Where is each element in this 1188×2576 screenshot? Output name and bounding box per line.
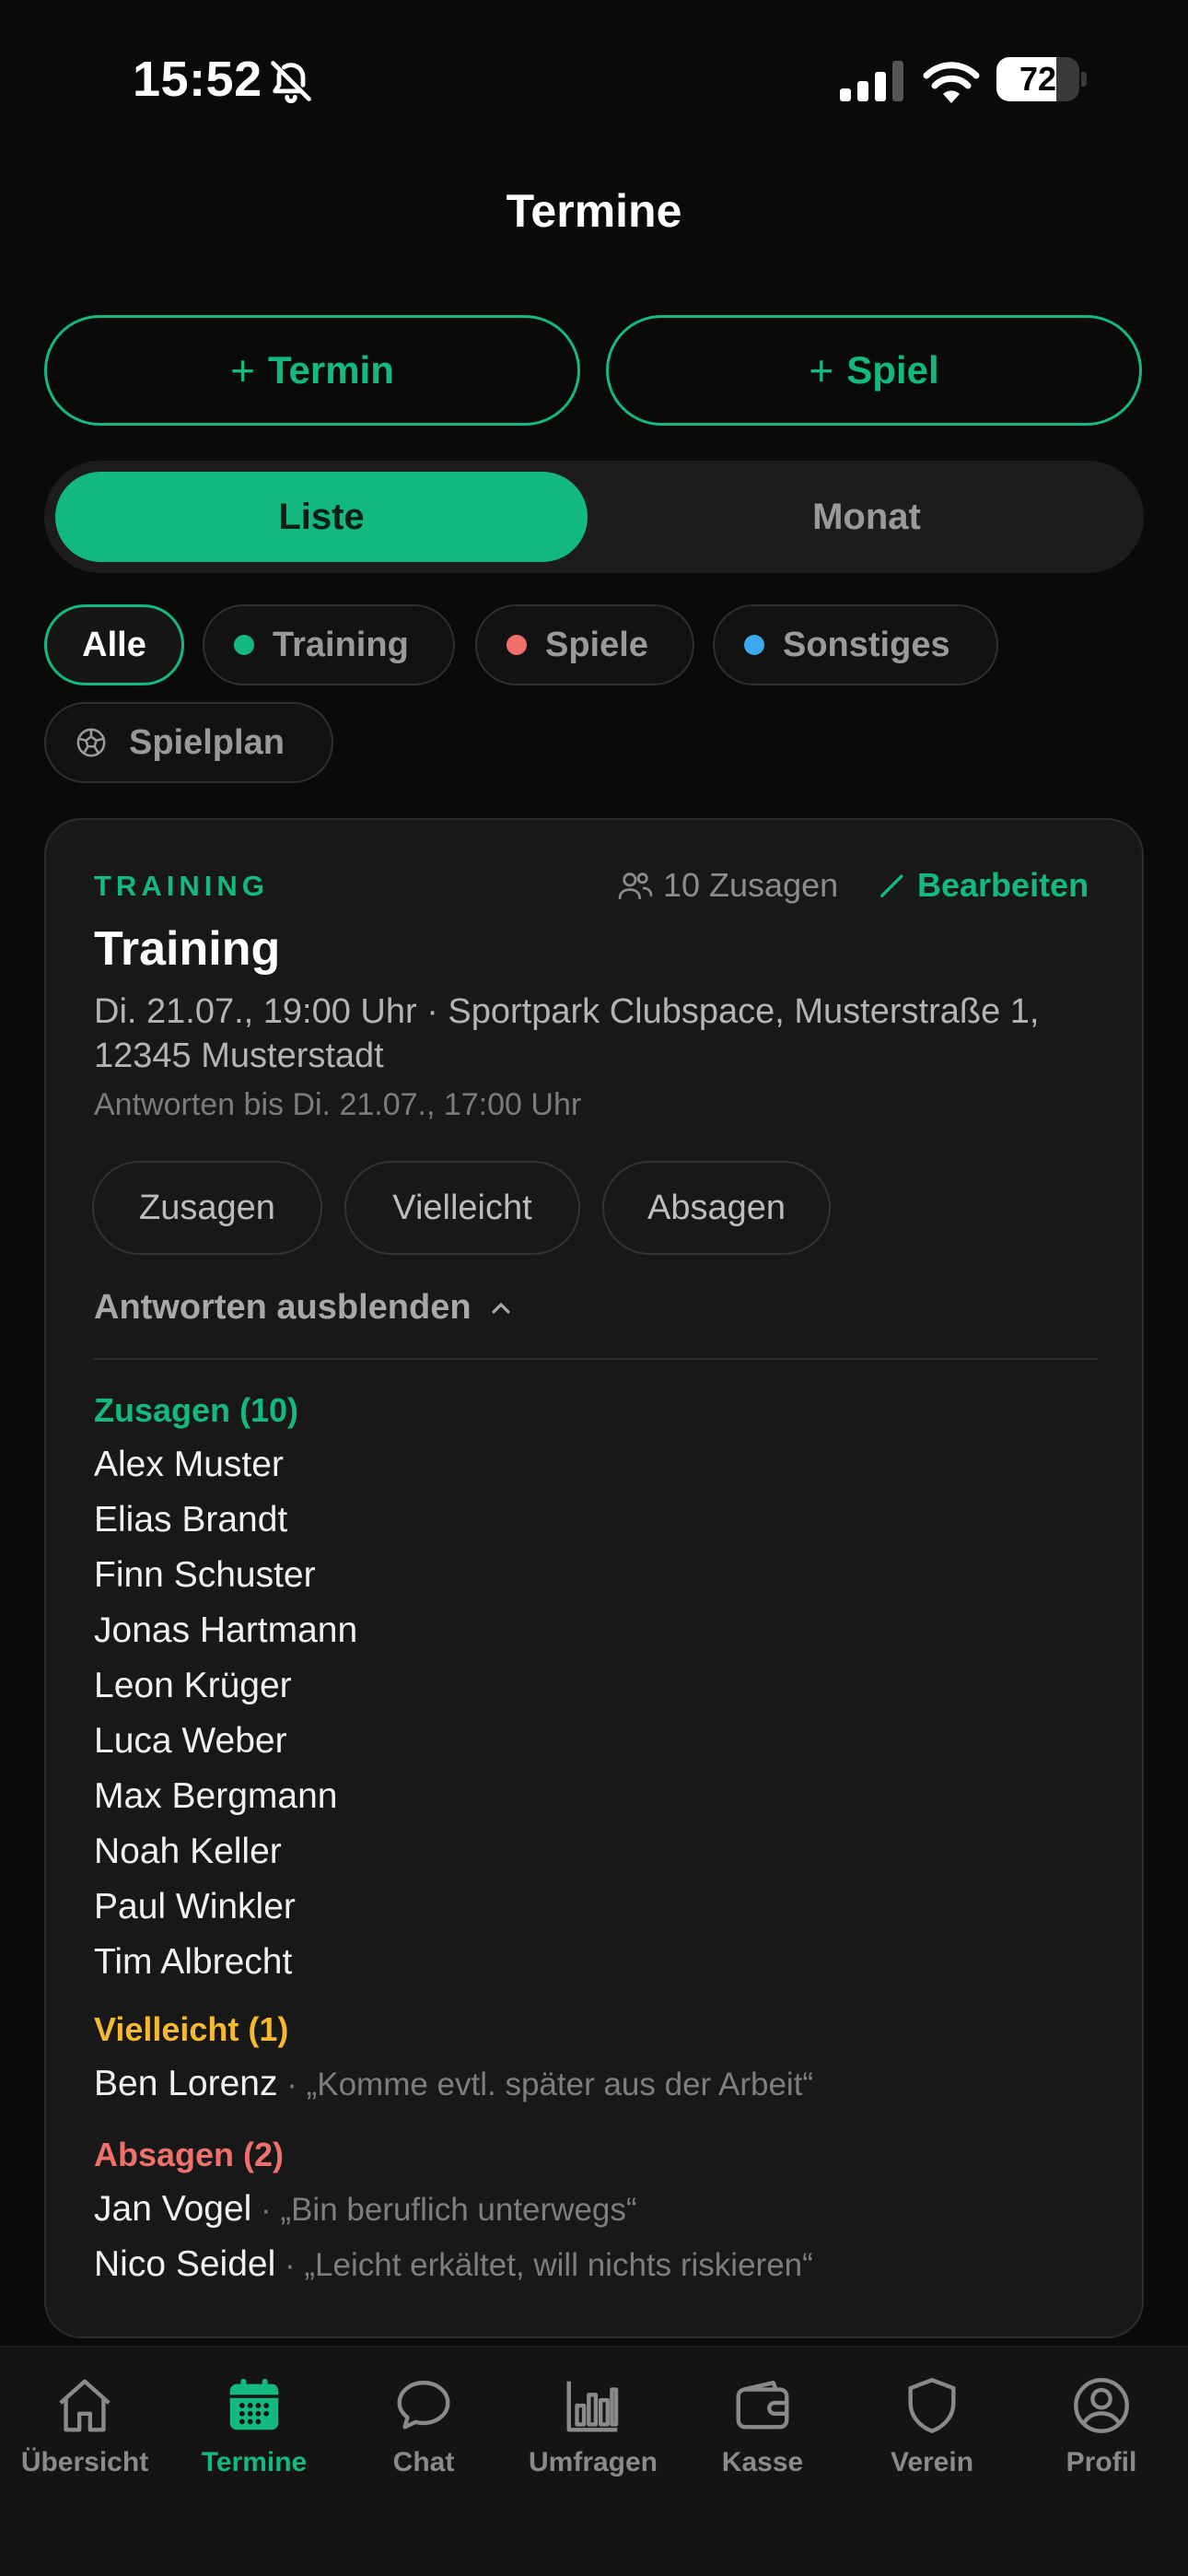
event-type: TRAINING [94, 870, 269, 902]
filter-spielplan-label: Spielplan [129, 722, 285, 762]
chevron-up-icon [491, 1302, 510, 1314]
event-card: TRAINING 10 Zusagen Bearbeiten Training … [44, 818, 1144, 2338]
filter-spielplan[interactable]: Spielplan [44, 702, 333, 783]
bar-chart-icon [566, 2381, 619, 2432]
chat-icon [397, 2381, 450, 2430]
maybe-heading: Vielleicht (1) [94, 2010, 289, 2048]
people-icon [618, 872, 653, 900]
person-name: Jan Vogel [94, 2189, 252, 2229]
plus-icon: + [809, 346, 834, 394]
games-dot-icon [507, 635, 527, 655]
tab-bar: Übersicht Termine Chat Umfragen Kasse Ve… [0, 2346, 1188, 2576]
divider [94, 1358, 1098, 1360]
tab-label: Verein [890, 2447, 974, 2477]
wifi-icon [923, 62, 980, 103]
event-title: Training [94, 922, 281, 976]
tab-label: Chat [392, 2447, 455, 2477]
tab-label: Übersicht [20, 2447, 149, 2477]
cellular-signal-icon [840, 61, 903, 101]
add-spiel-label: Spiel [846, 348, 939, 392]
home-icon [59, 2379, 111, 2432]
tab-chat[interactable]: Chat [339, 2373, 508, 2512]
bell-slash-icon [271, 61, 311, 104]
shield-icon [908, 2378, 956, 2433]
list-item: Elias Brandt [94, 1500, 288, 1540]
tab-label: Termine [201, 2447, 308, 2477]
status-bar: 15:52 72 [0, 0, 1188, 157]
list-item: Nico Seidel · „Leicht erkältet, will nic… [94, 2237, 1116, 2292]
person-comment: · „Bin beruflich unterwegs“ [251, 2192, 637, 2228]
tab-label: Kasse [721, 2447, 804, 2477]
other-dot-icon [744, 635, 764, 655]
declined-heading: Absagen (2) [94, 2136, 285, 2173]
soccer-ball-icon [76, 728, 106, 757]
filter-training[interactable]: Training [203, 604, 455, 685]
list-item: Leon Krüger [94, 1666, 292, 1705]
list-item: Jan Vogel · „Bin beruflich unterwegs“ [94, 2182, 1116, 2237]
edit-label: Bearbeiten [917, 866, 1089, 904]
list-item: Tim Albrecht [94, 1942, 293, 1982]
filter-training-label: Training [273, 625, 409, 664]
battery-cap [1081, 72, 1087, 87]
person-comment: · „Komme evtl. später aus der Arbeit“ [277, 2067, 814, 2102]
list-item: Ben Lorenz · „Komme evtl. später aus der… [94, 2056, 1116, 2112]
filter-alle-label: Alle [82, 625, 146, 664]
edit-button[interactable]: Bearbeiten [877, 866, 1089, 905]
tab-liste[interactable]: Liste [55, 472, 588, 562]
add-termin-button[interactable]: + Termin [44, 315, 580, 426]
plus-icon: + [230, 346, 255, 394]
add-termin-label: Termin [267, 348, 394, 392]
add-spiel-button[interactable]: + Spiel [606, 315, 1142, 426]
battery-indicator: 72 [996, 57, 1079, 101]
tab-kasse[interactable]: Kasse [678, 2373, 847, 2512]
rsvp-decline-button[interactable]: Absagen [602, 1161, 831, 1255]
tab-verein[interactable]: Verein [847, 2373, 1017, 2512]
view-toggle: Liste Monat [44, 461, 1144, 573]
filter-sonstiges[interactable]: Sonstiges [713, 604, 998, 685]
wallet-icon [736, 2381, 789, 2430]
list-item: Paul Winkler [94, 1887, 296, 1926]
accepted-list: Alex Muster Elias Brandt Finn Schuster J… [94, 1437, 357, 1990]
accept-count: 10 Zusagen [617, 866, 838, 905]
tab-umfragen[interactable]: Umfragen [508, 2373, 678, 2512]
accept-count-label: 10 Zusagen [663, 866, 839, 904]
accepted-heading: Zusagen (10) [94, 1391, 299, 1429]
rsvp-maybe-button[interactable]: Vielleicht [344, 1161, 580, 1255]
tab-profil[interactable]: Profil [1017, 2373, 1186, 2512]
tab-uebersicht[interactable]: Übersicht [0, 2373, 169, 2512]
filter-alle[interactable]: Alle [44, 604, 184, 685]
event-deadline: Antworten bis Di. 21.07., 17:00 Uhr [94, 1087, 582, 1122]
list-item: Luca Weber [94, 1721, 287, 1761]
rsvp-accept-button[interactable]: Zusagen [92, 1161, 322, 1255]
list-item: Alex Muster [94, 1445, 284, 1484]
list-item: Noah Keller [94, 1832, 282, 1871]
tab-label: Profil [1066, 2447, 1137, 2477]
event-meta: Di. 21.07., 19:00 Uhr · Sportpark Clubsp… [94, 992, 1040, 1075]
toggle-answers-button[interactable]: Antworten ausblenden [94, 1288, 516, 1328]
status-time: 15:52 [133, 52, 262, 107]
list-item: Jonas Hartmann [94, 1610, 358, 1650]
page-title: Termine [506, 185, 682, 237]
pencil-icon [879, 874, 903, 898]
tab-termine[interactable]: Termine [169, 2373, 339, 2512]
battery-level: 72 [1019, 60, 1057, 98]
person-name: Nico Seidel [94, 2244, 276, 2284]
list-item: Finn Schuster [94, 1555, 316, 1595]
calendar-icon [229, 2378, 279, 2430]
filter-spiele-label: Spiele [545, 625, 648, 664]
training-dot-icon [234, 635, 254, 655]
filter-spiele[interactable]: Spiele [475, 604, 694, 685]
person-comment: · „Leicht erkältet, will nichts riskiere… [275, 2247, 813, 2283]
tab-monat[interactable]: Monat [600, 472, 1133, 562]
profile-icon [1074, 2378, 1129, 2433]
person-name: Ben Lorenz [94, 2064, 278, 2103]
toggle-answers-label: Antworten ausblenden [94, 1288, 472, 1327]
list-item: Max Bergmann [94, 1776, 338, 1816]
filter-sonstiges-label: Sonstiges [783, 625, 950, 664]
tab-label: Umfragen [528, 2447, 658, 2477]
